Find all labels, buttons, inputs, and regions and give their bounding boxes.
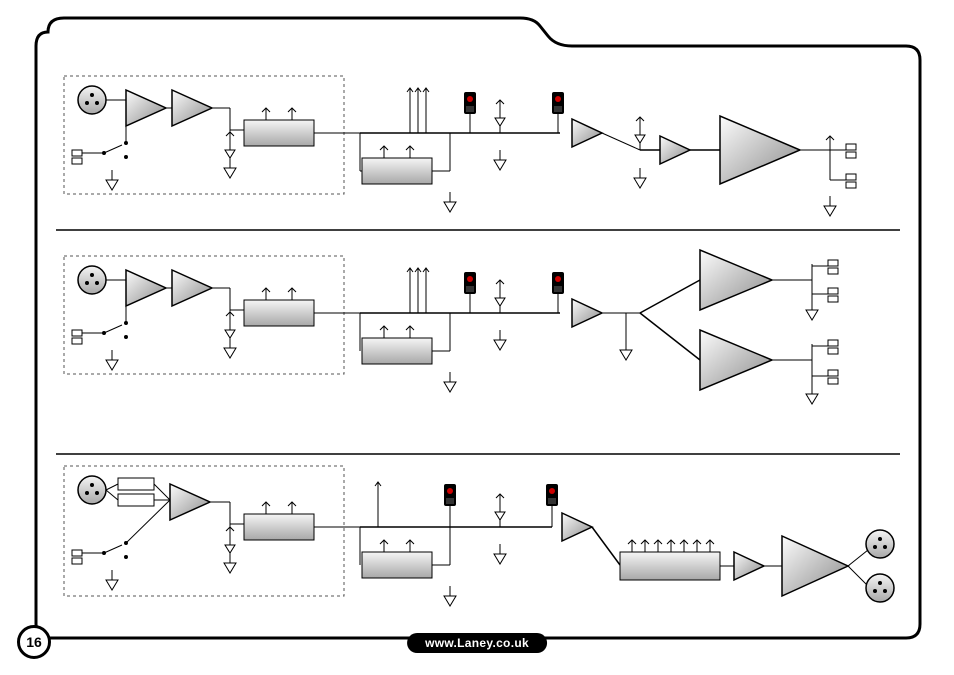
power-amp-3-icon — [782, 536, 848, 596]
balanced-out-1-icon — [866, 530, 894, 558]
footer-url-pill: www.Laney.co.uk — [407, 633, 547, 653]
aux-jack-2-icon — [552, 92, 564, 114]
driver-stage-icon — [572, 119, 602, 147]
diagram-canvas — [0, 0, 954, 675]
eq-block-b-icon — [362, 146, 432, 184]
diagram-row-1 — [64, 76, 856, 216]
line-input-icon — [72, 150, 82, 164]
speaker-out-2-icon — [846, 174, 856, 188]
balanced-out-2-icon — [866, 574, 894, 602]
preamp-1-icon — [126, 90, 166, 126]
page-number-badge: 16 — [17, 625, 51, 659]
footer-url: www.Laney.co.uk — [425, 636, 529, 650]
mic-input-icon — [78, 86, 106, 114]
post-eq-amp-icon — [734, 552, 764, 580]
preamp-2-icon — [172, 90, 212, 126]
diagram-row-3 — [64, 466, 894, 606]
input-switch-icon — [102, 141, 128, 159]
speaker-out-1-icon — [846, 144, 856, 158]
eq-block-a-icon — [244, 108, 314, 146]
pad-block-icon — [118, 478, 154, 490]
aux-jack-1-icon — [464, 92, 476, 114]
power-amp-a-icon — [700, 250, 772, 310]
insert-jacks-icon — [407, 88, 429, 133]
diagram-row-2 — [64, 250, 838, 404]
predriver-icon — [660, 136, 690, 164]
graphic-eq-icon — [620, 540, 720, 580]
power-amp-icon — [720, 116, 800, 184]
page-number: 16 — [26, 634, 42, 650]
power-amp-b-icon — [700, 330, 772, 390]
page-root: 16 www.Laney.co.uk — [0, 0, 954, 675]
